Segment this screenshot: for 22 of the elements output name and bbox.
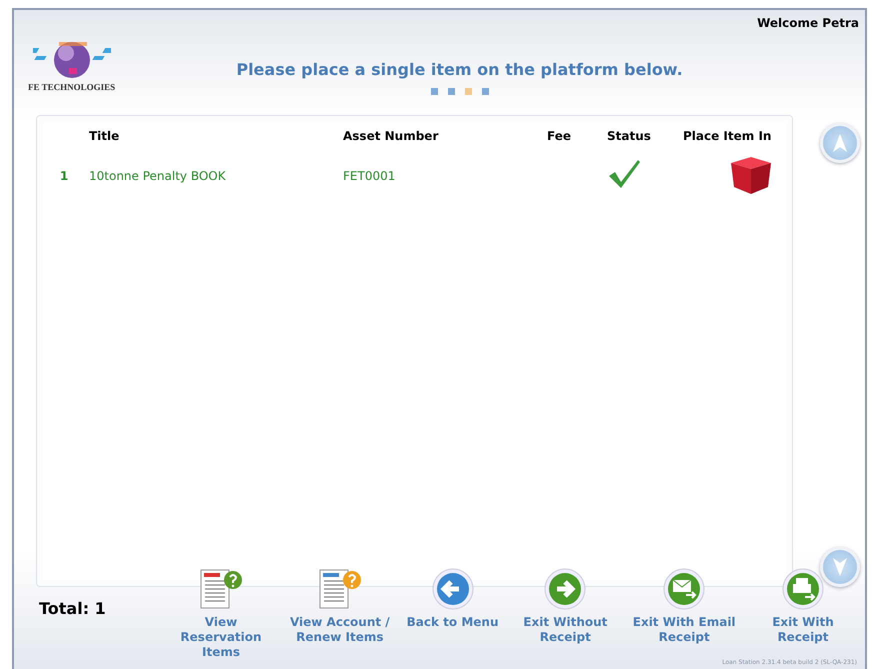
column-header: Title [88,128,120,145]
column-header: Place Item In [682,128,772,145]
action-button[interactable]: Exit Without Receipt [513,567,618,645]
scroll-down-button[interactable] [820,547,860,587]
row-number: 1 [60,168,68,182]
instruction-text: Please place a single item on the platform below. [236,60,683,79]
up-arrow-icon [832,133,848,153]
action-button[interactable]: View Account / Renew Items [288,567,392,645]
asset-number-cell: FET0001 [343,168,396,182]
down-arrow-icon [832,557,848,577]
action-button[interactable]: View Reservation Items [169,567,273,660]
welcome-text: Welcome Petra [757,16,859,30]
logo-text: FE TECHNOLOGIES [28,82,116,92]
total-label: Total: 1 [39,599,107,618]
column-header: Asset Number [342,128,440,145]
title-cell: 10tonne Penalty BOOK [89,168,226,182]
scroll-up-button[interactable] [820,123,860,163]
column-header: Fee [546,128,572,145]
column-header: Status [606,128,652,145]
action-button[interactable]: Exit With Email Receipt [632,567,736,645]
action-button[interactable]: Back to Menu [406,567,498,630]
action-button[interactable]: Exit With Receipt [750,567,855,645]
